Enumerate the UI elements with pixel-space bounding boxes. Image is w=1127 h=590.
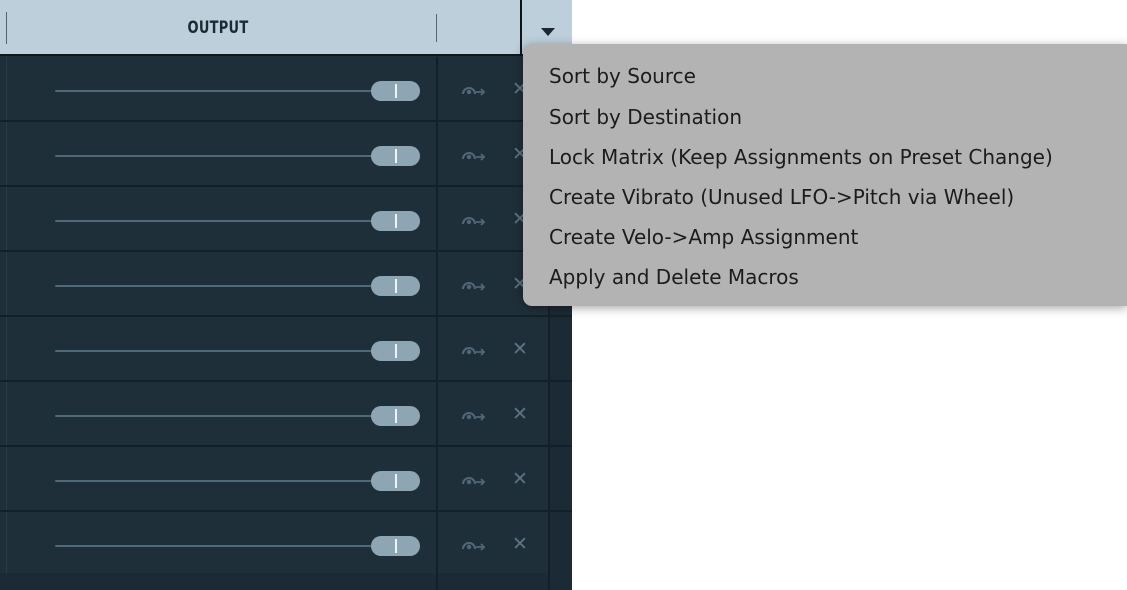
header-left-divider <box>6 12 7 44</box>
column-divider <box>436 252 438 315</box>
amount-slider-knob[interactable] <box>371 276 420 296</box>
row-right-pad <box>550 317 572 380</box>
column-divider <box>436 382 438 445</box>
column-divider <box>436 122 438 185</box>
row-left-edge <box>6 317 7 380</box>
amount-slider-track[interactable] <box>55 90 400 92</box>
row-right-pad <box>550 447 572 510</box>
menu-item[interactable]: Sort by Destination <box>549 99 742 135</box>
modulation-via-icon[interactable] <box>460 212 488 228</box>
menu-item[interactable]: Create Velo->Amp Assignment <box>549 219 858 255</box>
delete-x-icon[interactable]: ✕ <box>510 402 530 426</box>
modulation-via-icon[interactable] <box>460 147 488 163</box>
menu-item[interactable]: Sort by Source <box>549 58 696 94</box>
matrix-footer <box>0 573 572 590</box>
matrix-rows: ✕ ✕ ✕ ✕ ✕ ✕ ✕ ✕ <box>0 57 572 577</box>
matrix-options-menu: Sort by Source Sort by Destination Lock Ma… <box>523 44 1127 306</box>
amount-slider-track[interactable] <box>55 350 400 352</box>
knob-center-mark <box>395 474 397 488</box>
matrix-row: ✕ <box>0 512 572 577</box>
modulation-via-icon[interactable] <box>460 82 488 98</box>
amount-slider-knob[interactable] <box>371 341 420 361</box>
column-divider <box>436 57 438 120</box>
modulation-via-icon[interactable] <box>460 537 488 553</box>
matrix-header: OUTPUT <box>0 0 572 56</box>
modulation-via-icon[interactable] <box>460 342 488 358</box>
knob-center-mark <box>395 539 397 553</box>
modulation-via-icon[interactable] <box>460 407 488 423</box>
knob-center-mark <box>395 409 397 423</box>
matrix-row: ✕ <box>0 252 572 317</box>
amount-slider-knob[interactable] <box>371 471 420 491</box>
column-divider <box>436 317 438 380</box>
column-divider <box>436 447 438 510</box>
amount-slider-knob[interactable] <box>371 406 420 426</box>
modulation-matrix-panel: OUTPUT ✕ ✕ ✕ ✕ ✕ ✕ ✕ ✕ <box>0 0 572 590</box>
row-left-edge <box>6 187 7 250</box>
triangle-down-icon <box>541 28 555 36</box>
matrix-row: ✕ <box>0 447 572 512</box>
row-left-edge <box>6 382 7 445</box>
knob-center-mark <box>395 279 397 293</box>
row-right-pad <box>550 382 572 445</box>
delete-x-icon[interactable]: ✕ <box>510 532 530 556</box>
amount-slider-knob[interactable] <box>371 81 420 101</box>
column-divider <box>548 573 550 590</box>
matrix-row: ✕ <box>0 382 572 447</box>
modulation-via-icon[interactable] <box>460 472 488 488</box>
knob-center-mark <box>395 214 397 228</box>
modulation-via-icon[interactable] <box>460 277 488 293</box>
matrix-row: ✕ <box>0 187 572 252</box>
output-column-header: OUTPUT <box>187 18 249 38</box>
delete-x-icon[interactable]: ✕ <box>510 337 530 361</box>
column-divider <box>436 512 438 575</box>
row-left-edge <box>6 447 7 510</box>
row-left-edge <box>6 252 7 315</box>
amount-slider-knob[interactable] <box>371 536 420 556</box>
knob-center-mark <box>395 344 397 358</box>
amount-slider-track[interactable] <box>55 415 400 417</box>
matrix-row: ✕ <box>0 317 572 382</box>
column-divider <box>436 187 438 250</box>
header-divider <box>436 14 437 42</box>
knob-center-mark <box>395 84 397 98</box>
row-left-edge <box>6 122 7 185</box>
menu-item[interactable]: Create Vibrato (Unused LFO->Pitch via Wh… <box>549 179 1014 215</box>
column-divider <box>436 573 438 590</box>
matrix-row: ✕ <box>0 122 572 187</box>
amount-slider-knob[interactable] <box>371 146 420 166</box>
menu-item[interactable]: Lock Matrix (Keep Assignments on Preset … <box>549 139 1053 175</box>
amount-slider-track[interactable] <box>55 155 400 157</box>
row-right-pad <box>550 512 572 575</box>
amount-slider-track[interactable] <box>55 480 400 482</box>
delete-x-icon[interactable]: ✕ <box>510 467 530 491</box>
amount-slider-track[interactable] <box>55 285 400 287</box>
menu-item[interactable]: Apply and Delete Macros <box>549 259 799 295</box>
matrix-row: ✕ <box>0 57 572 122</box>
row-left-edge <box>6 512 7 575</box>
amount-slider-track[interactable] <box>55 545 400 547</box>
amount-slider-track[interactable] <box>55 220 400 222</box>
amount-slider-knob[interactable] <box>371 211 420 231</box>
row-left-edge <box>6 57 7 120</box>
knob-center-mark <box>395 149 397 163</box>
